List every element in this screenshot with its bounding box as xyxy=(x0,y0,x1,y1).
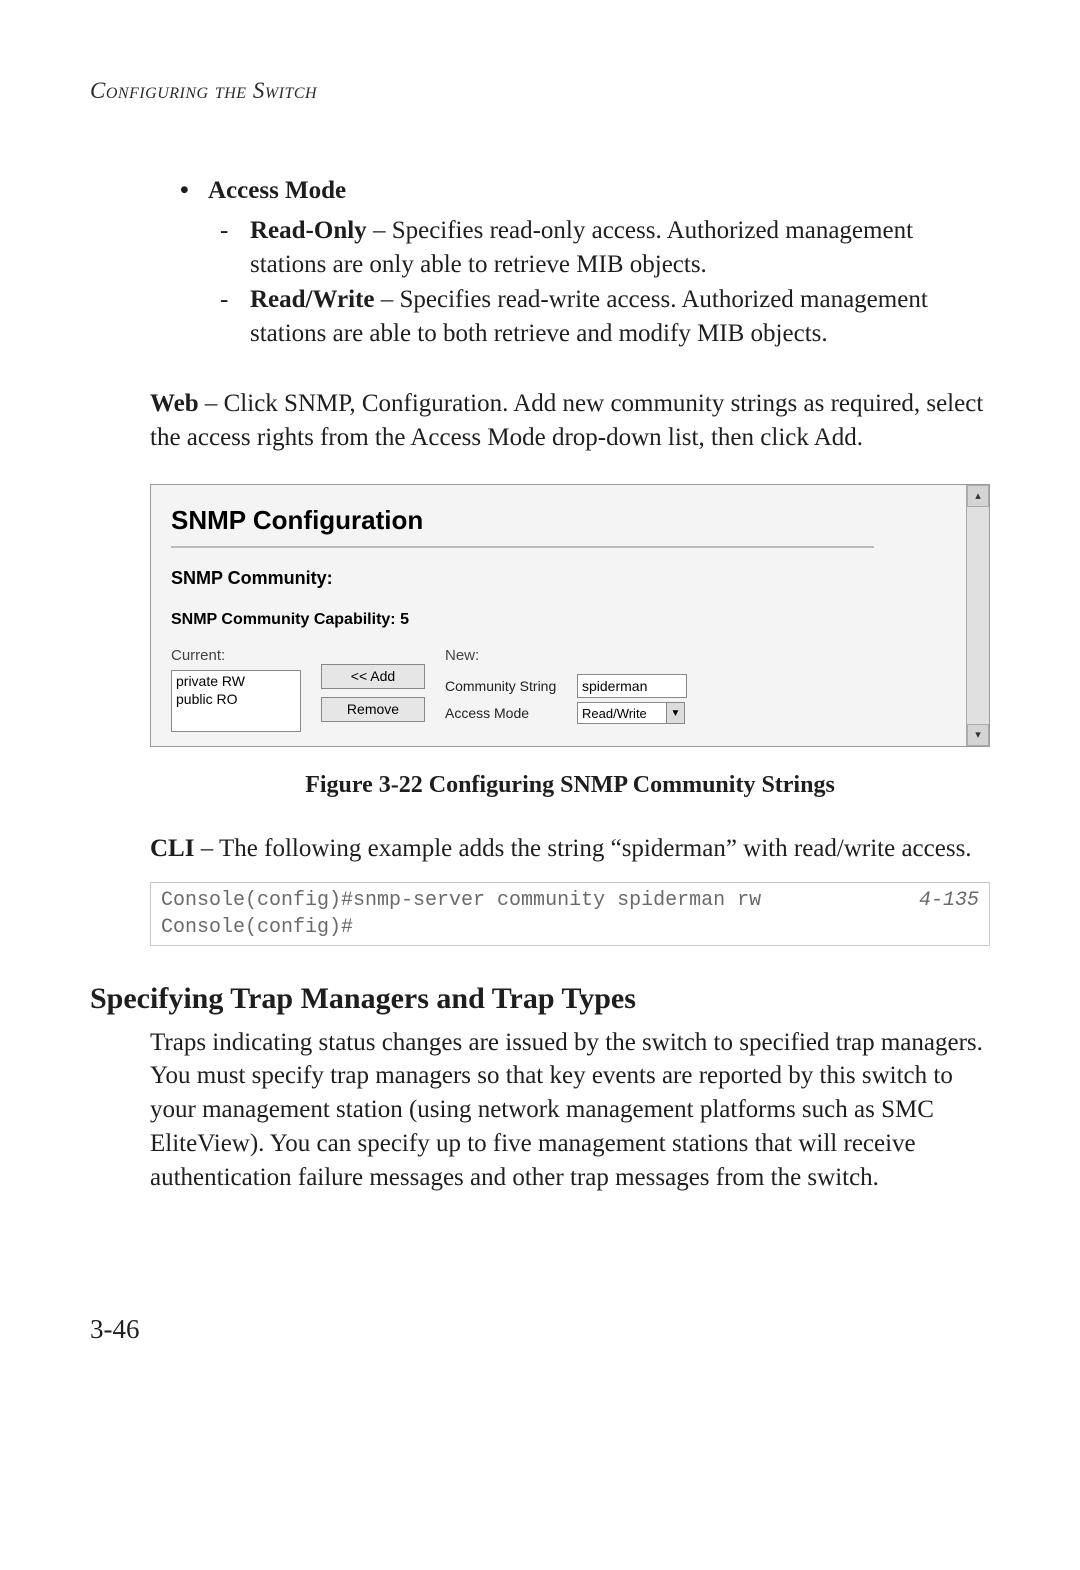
access-mode-select[interactable]: Read/Write ▼ xyxy=(577,702,685,724)
scrollbar[interactable]: ▴ ▾ xyxy=(966,485,989,746)
divider xyxy=(171,546,874,548)
community-string-input[interactable]: spiderman xyxy=(577,674,687,698)
list-item[interactable]: private RW xyxy=(176,673,296,691)
term-readonly: Read-Only xyxy=(250,217,367,244)
community-string-label: Community String xyxy=(445,677,571,696)
sub-item-readonly: - Read-Only – Specifies read-only access… xyxy=(220,214,990,282)
desc-web: – Click SNMP, Configuration. Add new com… xyxy=(150,390,983,451)
sub-item-readwrite: - Read/Write – Specifies read-write acce… xyxy=(220,283,990,351)
capability-label: SNMP Community Capability: 5 xyxy=(171,609,989,631)
community-heading: SNMP Community: xyxy=(171,566,989,590)
page-number: 3-46 xyxy=(90,1314,990,1345)
dash-glyph: - xyxy=(220,283,250,351)
cli-example-box: Console(config)#snmp-server community sp… xyxy=(150,882,990,946)
list-item[interactable]: public RO xyxy=(176,691,296,709)
running-head: Configuring the Switch xyxy=(90,78,990,104)
panel-title: SNMP Configuration xyxy=(171,503,989,538)
web-paragraph: Web – Click SNMP, Configuration. Add new… xyxy=(150,387,990,455)
new-label: New: xyxy=(445,646,687,666)
term-cli: CLI xyxy=(150,835,194,862)
current-label: Current: xyxy=(171,646,301,666)
snmp-config-screenshot: ▴ ▾ SNMP Configuration SNMP Community: S… xyxy=(150,484,990,747)
section-body: Traps indicating status changes are issu… xyxy=(150,1026,990,1195)
remove-button[interactable]: Remove xyxy=(321,697,425,722)
desc-cli: – The following example adds the string … xyxy=(194,835,971,862)
term-web: Web xyxy=(150,390,199,417)
chevron-down-icon[interactable]: ▼ xyxy=(666,703,684,723)
bullet-glyph: • xyxy=(180,174,208,208)
figure-caption: Figure 3-22 Configuring SNMP Community S… xyxy=(150,769,990,801)
access-mode-value: Read/Write xyxy=(582,705,647,723)
cli-page-ref: 4-135 xyxy=(907,887,979,941)
section-heading: Specifying Trap Managers and Trap Types xyxy=(90,982,990,1016)
bullet-label: Access Mode xyxy=(208,174,346,208)
bullet-access-mode: • Access Mode xyxy=(180,174,990,208)
scroll-down-button[interactable]: ▾ xyxy=(967,724,989,746)
current-listbox[interactable]: private RW public RO xyxy=(171,670,301,732)
dash-glyph: - xyxy=(220,214,250,282)
cli-paragraph: CLI – The following example adds the str… xyxy=(150,832,990,866)
term-readwrite: Read/Write xyxy=(250,286,375,313)
scroll-up-button[interactable]: ▴ xyxy=(967,485,989,507)
add-button[interactable]: << Add xyxy=(321,664,425,689)
access-mode-label: Access Mode xyxy=(445,704,571,723)
cli-code: Console(config)#snmp-server community sp… xyxy=(161,887,761,941)
